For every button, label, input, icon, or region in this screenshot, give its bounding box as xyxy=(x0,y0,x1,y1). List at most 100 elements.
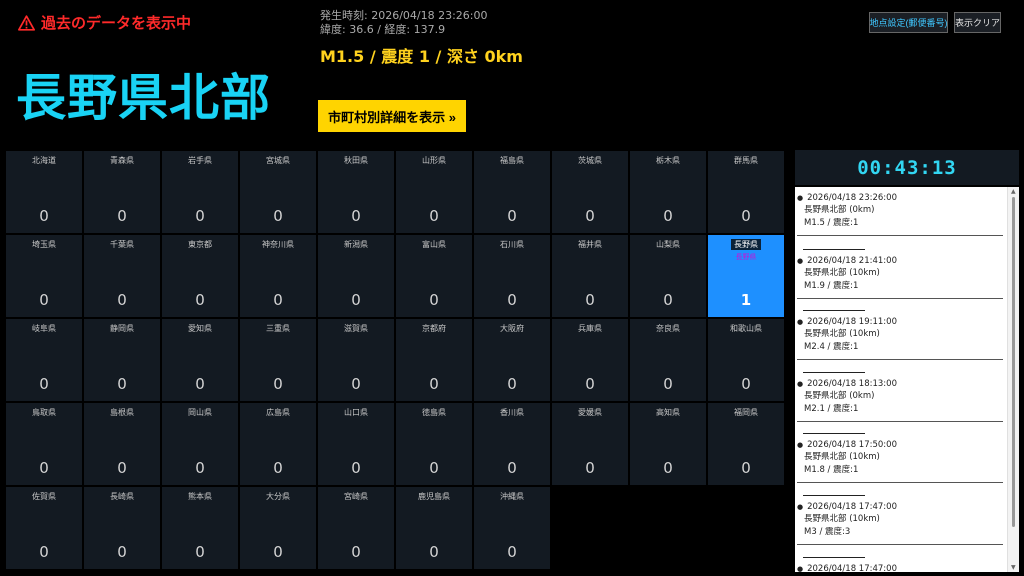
log-place: 長野県北部 (10km) xyxy=(804,329,880,339)
log-entry[interactable]: 2026/04/18 21:41:00長野県北部 (10km) M1.9 / 震度… xyxy=(795,249,1007,299)
prefecture-cell[interactable]: 埼玉県 0 xyxy=(6,235,82,317)
log-place: 長野県北部 (10km) xyxy=(804,452,880,462)
log-divider xyxy=(803,310,865,311)
quake-log-panel[interactable]: 2026/04/18 17:47:002026/04/18 17:47:00長野… xyxy=(795,187,1019,572)
log-entry[interactable]: 2026/04/18 17:50:00長野県北部 (10km) M1.8 / 震度… xyxy=(795,433,1007,483)
prefecture-cell[interactable]: 秋田県 0 xyxy=(318,151,394,233)
prefecture-cell[interactable]: 宮崎県 0 xyxy=(318,487,394,569)
prefecture-cell[interactable]: 福井県 0 xyxy=(552,235,628,317)
prefecture-cell[interactable]: 静岡県 0 xyxy=(84,319,160,401)
prefecture-count: 0 xyxy=(585,207,595,225)
prefecture-cell[interactable]: 岩手県 0 xyxy=(162,151,238,233)
prefecture-sub-label: 長野県 xyxy=(735,253,757,261)
log-entry[interactable]: 2026/04/18 17:47:00長野県北部 (10km) M3 / 震度:3 xyxy=(795,495,1007,545)
log-entry[interactable]: 2026/04/18 17:47:00 xyxy=(795,557,1007,572)
log-divider xyxy=(803,495,865,496)
prefecture-count: 0 xyxy=(663,375,673,393)
prefecture-cell[interactable]: 島根県 0 xyxy=(84,403,160,485)
prefecture-cell[interactable]: 群馬県 0 xyxy=(708,151,784,233)
prefecture-cell[interactable]: 沖縄県 0 xyxy=(474,487,550,569)
prefecture-count: 0 xyxy=(663,291,673,309)
prefecture-cell[interactable]: 三重県 0 xyxy=(240,319,316,401)
prefecture-cell[interactable]: 茨城県 0 xyxy=(552,151,628,233)
prefecture-count: 0 xyxy=(39,375,49,393)
log-divider xyxy=(803,557,865,558)
prefecture-cell[interactable]: 兵庫県 0 xyxy=(552,319,628,401)
prefecture-cell[interactable]: 新潟県 0 xyxy=(318,235,394,317)
prefecture-cell[interactable]: 福岡県 0 xyxy=(708,403,784,485)
municipality-detail-button[interactable]: 市町村別詳細を表示 » xyxy=(318,100,466,132)
prefecture-count: 0 xyxy=(429,375,439,393)
prefecture-name: 山口県 xyxy=(344,408,368,417)
prefecture-cell[interactable]: 鹿児島県 0 xyxy=(396,487,472,569)
prefecture-cell[interactable]: 福島県 0 xyxy=(474,151,550,233)
prefecture-count: 0 xyxy=(117,543,127,561)
prefecture-count: 0 xyxy=(195,459,205,477)
prefecture-cell[interactable]: 山口県 0 xyxy=(318,403,394,485)
prefecture-grid: 北海道 0 青森県 0 岩手県 0 宮城県 0 秋田県 0 山形県 0 福島県 0 茨城県 0 栃木県 0 群馬県 0… xyxy=(6,151,784,569)
prefecture-cell[interactable]: 長野県 長野県 1 xyxy=(708,235,784,317)
prefecture-cell[interactable]: 北海道 0 xyxy=(6,151,82,233)
prefecture-cell[interactable]: 奈良県 0 xyxy=(630,319,706,401)
prefecture-cell[interactable]: 佐賀県 0 xyxy=(6,487,82,569)
prefecture-cell[interactable]: 愛媛県 0 xyxy=(552,403,628,485)
prefecture-cell[interactable]: 富山県 0 xyxy=(396,235,472,317)
prefecture-cell[interactable]: 山形県 0 xyxy=(396,151,472,233)
prefecture-cell[interactable]: 高知県 0 xyxy=(630,403,706,485)
prefecture-count: 0 xyxy=(39,207,49,225)
coordinates: 緯度: 36.6 / 経度: 137.9 xyxy=(320,23,446,36)
prefecture-name: 大阪府 xyxy=(500,324,524,333)
prefecture-cell[interactable]: 東京都 0 xyxy=(162,235,238,317)
log-entry[interactable]: 2026/04/18 18:13:00長野県北部 (0km) M2.1 / 震度:… xyxy=(795,372,1007,422)
log-divider xyxy=(803,433,865,434)
prefecture-cell[interactable]: 鳥取県 0 xyxy=(6,403,82,485)
prefecture-cell[interactable]: 青森県 0 xyxy=(84,151,160,233)
prefecture-count: 0 xyxy=(273,291,283,309)
prefecture-cell[interactable]: 長崎県 0 xyxy=(84,487,160,569)
prefecture-name: 鳥取県 xyxy=(32,408,56,417)
prefecture-count: 0 xyxy=(585,459,595,477)
prefecture-count: 0 xyxy=(195,375,205,393)
prefecture-cell[interactable]: 徳島県 0 xyxy=(396,403,472,485)
prefecture-name: 新潟県 xyxy=(344,240,368,249)
prefecture-name: 福岡県 xyxy=(734,408,758,417)
prefecture-cell[interactable]: 岐阜県 0 xyxy=(6,319,82,401)
prefecture-cell[interactable]: 栃木県 0 xyxy=(630,151,706,233)
prefecture-cell[interactable]: 和歌山県 0 xyxy=(708,319,784,401)
log-separator xyxy=(797,235,1003,236)
prefecture-cell[interactable]: 大分県 0 xyxy=(240,487,316,569)
prefecture-cell[interactable]: 京都府 0 xyxy=(396,319,472,401)
prefecture-name: 滋賀県 xyxy=(344,324,368,333)
prefecture-count: 1 xyxy=(740,291,752,309)
postal-setting-button[interactable]: 地点設定(郵便番号) xyxy=(869,12,948,33)
prefecture-cell[interactable]: 宮城県 0 xyxy=(240,151,316,233)
prefecture-name: 神奈川県 xyxy=(262,240,294,249)
prefecture-name: 大分県 xyxy=(266,492,290,501)
scroll-thumb[interactable] xyxy=(1012,197,1015,527)
log-entry[interactable]: 2026/04/18 23:26:00長野県北部 (0km) M1.5 / 震度:… xyxy=(795,187,1007,236)
elapsed-timer: 00:43:13 xyxy=(795,150,1019,185)
scroll-down-icon[interactable]: ▼ xyxy=(1011,564,1016,571)
prefecture-cell[interactable]: 神奈川県 0 xyxy=(240,235,316,317)
prefecture-cell[interactable]: 愛知県 0 xyxy=(162,319,238,401)
prefecture-cell[interactable]: 石川県 0 xyxy=(474,235,550,317)
prefecture-cell[interactable]: 香川県 0 xyxy=(474,403,550,485)
prefecture-cell[interactable]: 千葉県 0 xyxy=(84,235,160,317)
log-entry[interactable]: 2026/04/18 19:11:00長野県北部 (10km) M2.4 / 震度… xyxy=(795,310,1007,360)
log-scrollbar[interactable]: ▲ ▼ xyxy=(1007,187,1019,572)
prefecture-cell[interactable]: 熊本県 0 xyxy=(162,487,238,569)
prefecture-cell[interactable]: 広島県 0 xyxy=(240,403,316,485)
log-place: 長野県北部 (10km) xyxy=(804,514,880,524)
prefecture-cell[interactable]: 岡山県 0 xyxy=(162,403,238,485)
prefecture-cell[interactable]: 山梨県 0 xyxy=(630,235,706,317)
scroll-up-icon[interactable]: ▲ xyxy=(1011,188,1016,195)
prefecture-count: 0 xyxy=(351,459,361,477)
log-time: 2026/04/18 23:26:00 xyxy=(795,193,1007,204)
prefecture-count: 0 xyxy=(507,291,517,309)
prefecture-name: 岐阜県 xyxy=(32,324,56,333)
clear-display-button[interactable]: 表示クリア xyxy=(954,12,1001,33)
prefecture-count: 0 xyxy=(273,543,283,561)
prefecture-cell[interactable]: 滋賀県 0 xyxy=(318,319,394,401)
prefecture-cell[interactable]: 大阪府 0 xyxy=(474,319,550,401)
log-magnitude: M3 / 震度:3 xyxy=(804,527,851,537)
